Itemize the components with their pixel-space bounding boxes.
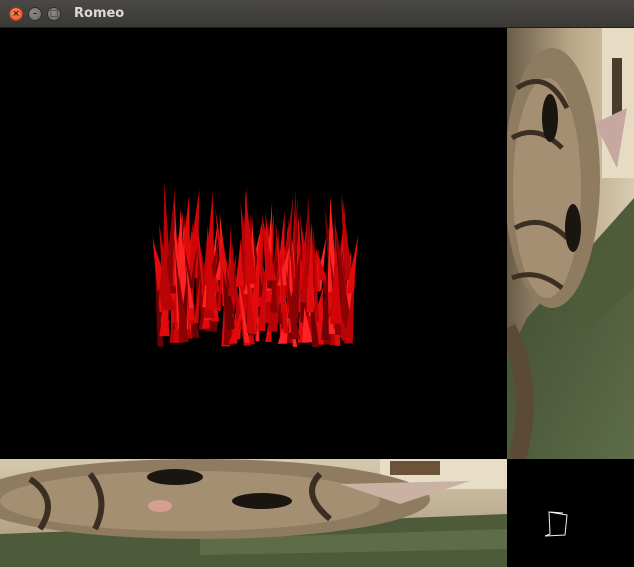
window-close-button[interactable]: × bbox=[9, 7, 23, 21]
main-3d-view[interactable] bbox=[0, 28, 507, 459]
kitten-image-bottom bbox=[0, 459, 507, 567]
minimize-icon: – bbox=[32, 8, 38, 19]
kitten-image-rotated bbox=[507, 28, 634, 459]
wireframe-outline bbox=[544, 511, 568, 537]
red-grass-object bbox=[152, 181, 359, 348]
maximize-icon: □ bbox=[49, 8, 59, 19]
window-titlebar: × – □ Romeo bbox=[0, 0, 634, 28]
minimap[interactable] bbox=[507, 459, 634, 567]
camera-feed-bottom bbox=[0, 459, 507, 567]
window-maximize-button[interactable]: □ bbox=[47, 7, 61, 21]
camera-feed-rotated bbox=[507, 28, 634, 459]
grass-render bbox=[152, 181, 359, 348]
window-title: Romeo bbox=[74, 6, 125, 21]
close-icon: × bbox=[12, 8, 20, 19]
window-minimize-button[interactable]: – bbox=[28, 7, 42, 21]
